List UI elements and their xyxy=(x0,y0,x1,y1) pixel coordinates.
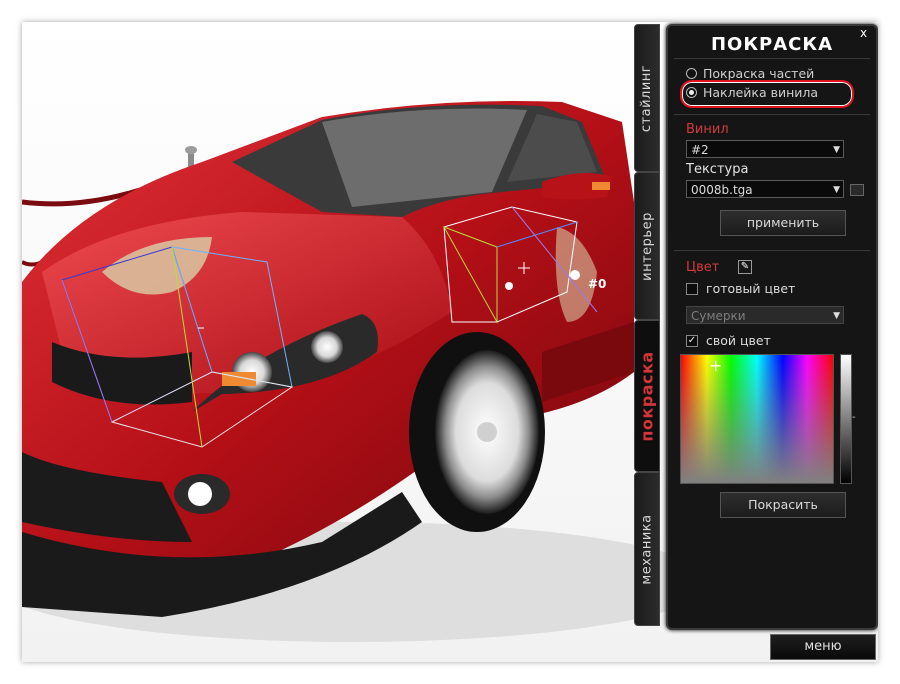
tab-styling[interactable]: стайлинг xyxy=(634,24,660,172)
vinyl-marker-label: #0 xyxy=(588,277,607,291)
preset-color-value: Сумерки xyxy=(691,309,746,323)
panel-title: ПОКРАСКА xyxy=(710,34,834,55)
radio-paint-parts-label: Покраска частей xyxy=(703,66,815,81)
menu-button[interactable]: меню xyxy=(770,634,876,660)
paint-button[interactable]: Покрасить xyxy=(720,492,846,518)
game-window: #0 стайлинг интерьер покраска механика П… xyxy=(22,22,878,662)
checkbox-box xyxy=(686,282,698,295)
tab-mechanics-label: механика xyxy=(639,513,655,585)
radio-vinyl[interactable]: Наклейка винила xyxy=(686,85,818,100)
chevron-down-icon: ▼ xyxy=(833,145,840,155)
radio-paint-parts[interactable]: Покраска частей xyxy=(686,66,814,81)
checkbox-box: ✓ xyxy=(686,334,698,347)
tab-paint[interactable]: покраска xyxy=(634,320,660,472)
texture-browse-button[interactable] xyxy=(850,184,864,196)
radio-vinyl-label: Наклейка винила xyxy=(703,85,819,100)
radio-indicator xyxy=(686,87,697,98)
own-color-label: свой цвет xyxy=(706,333,771,348)
own-color-checkbox[interactable]: ✓ свой цвет xyxy=(686,333,771,348)
chevron-down-icon: ▼ xyxy=(833,185,840,195)
vinyl-select[interactable]: #2 ▼ xyxy=(686,140,844,158)
tab-paint-label: покраска xyxy=(637,350,657,442)
lightness-slider[interactable] xyxy=(840,354,852,484)
tab-interior-label: интерьер xyxy=(639,211,655,281)
divider xyxy=(674,58,870,59)
radio-indicator xyxy=(686,68,697,79)
crosshair-icon: + xyxy=(709,356,723,375)
apply-button[interactable]: применить xyxy=(720,210,846,236)
ready-color-checkbox[interactable]: готовый цвет xyxy=(686,281,795,296)
texture-select[interactable]: 0008b.tga ▼ xyxy=(686,180,844,198)
texture-select-value: 0008b.tga xyxy=(691,183,753,197)
eyedropper-icon[interactable]: ✎ xyxy=(738,260,752,274)
paint-panel: ПОКРАСКА x Покраска частей Наклейка вини… xyxy=(666,24,878,630)
color-label: Цвет xyxy=(686,260,720,275)
divider xyxy=(674,114,870,115)
close-icon[interactable]: x xyxy=(860,26,867,40)
vinyl-label: Винил xyxy=(686,122,729,137)
tab-styling-label: стайлинг xyxy=(639,64,655,132)
ready-color-label: готовый цвет xyxy=(706,281,796,296)
vinyl-select-value: #2 xyxy=(691,143,709,157)
divider xyxy=(674,250,870,251)
texture-label: Текстура xyxy=(686,162,749,177)
lightness-marker[interactable]: - xyxy=(852,412,856,423)
chevron-down-icon: ▼ xyxy=(833,311,840,321)
tab-mechanics[interactable]: механика xyxy=(634,472,660,626)
preset-color-select[interactable]: Сумерки ▼ xyxy=(686,306,844,324)
color-palette[interactable]: + xyxy=(680,354,834,484)
tab-interior[interactable]: интерьер xyxy=(634,172,660,320)
